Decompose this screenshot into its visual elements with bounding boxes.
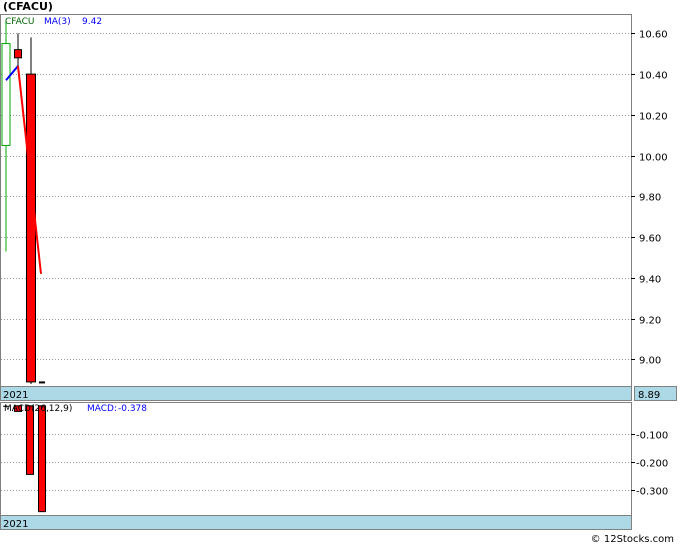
price-tick-label: 9.40 xyxy=(639,275,661,286)
macd-tick-label: -0.300 xyxy=(636,487,668,498)
macd-year-band xyxy=(0,515,632,530)
price-tick-label: 10.40 xyxy=(639,71,668,82)
price-panel: 9.00 9.20 9.40 9.60 9.80 10.00 10.20 10.40 10.60… xyxy=(0,14,677,401)
price-panel-frame xyxy=(0,14,632,387)
chart-canvas: 9.00 9.20 9.40 9.60 9.80 10.00 10.20 10.40 10.60… xyxy=(0,14,677,530)
price-tick-label: 10.60 xyxy=(639,30,668,41)
macd-panel-frame xyxy=(0,402,632,516)
candle-body xyxy=(26,73,36,383)
price-year-label: 2021 xyxy=(3,390,28,401)
price-year-band xyxy=(0,386,632,401)
macd-legend-label: MACD(26,12,9) xyxy=(4,404,72,414)
candle-body xyxy=(1,43,11,146)
legend-symbol: CFACU xyxy=(5,17,35,27)
price-tick-label: 9.80 xyxy=(639,193,661,204)
candle-body xyxy=(39,381,45,384)
price-tick-labels: 9.00 9.20 9.40 9.60 9.80 10.00 10.20 10.40 10.60 xyxy=(631,30,668,367)
price-tick-label: 10.00 xyxy=(639,153,668,164)
macd-tick-label: -0.100 xyxy=(636,431,668,442)
macd-tick-labels: -0.100 -0.200 -0.300 xyxy=(631,431,668,498)
macd-panel: -0.100 -0.200 -0.300 MACD(26,12,9) MACD: -… xyxy=(0,402,668,530)
macd-bar xyxy=(26,405,34,475)
macd-bar xyxy=(38,405,46,513)
macd-tick-label: -0.200 xyxy=(636,459,668,470)
legend-ma-value: 9.42 xyxy=(82,17,102,27)
price-tick-label: 10.20 xyxy=(639,112,668,123)
candle-body xyxy=(14,49,22,59)
price-tick-label: 9.60 xyxy=(639,234,661,245)
macd-legend-name: MACD: xyxy=(87,404,117,414)
footer-credit: © 12Stocks.com xyxy=(590,534,674,545)
last-price-label: 8.89 xyxy=(638,390,660,401)
macd-year-label: 2021 xyxy=(3,519,28,530)
price-tick-label: 9.00 xyxy=(639,356,661,367)
price-tick-label: 9.20 xyxy=(639,316,661,327)
macd-legend-value: -0.378 xyxy=(118,404,147,414)
legend-ma-label: MA(3) xyxy=(44,17,71,27)
